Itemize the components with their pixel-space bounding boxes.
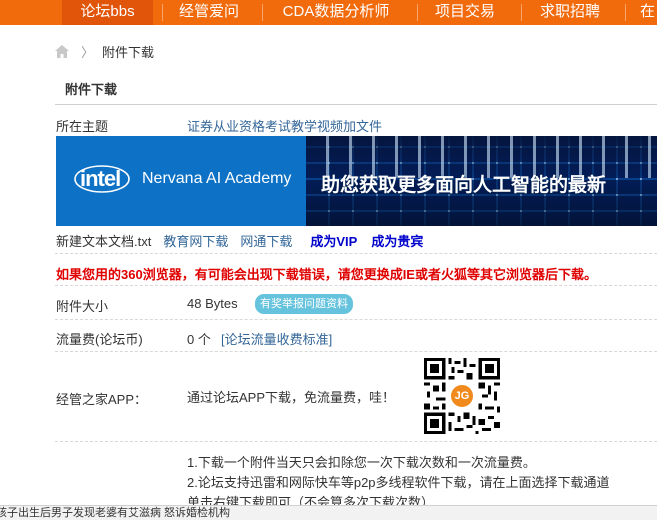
become-guest-link[interactable]: 成为贵宾 — [371, 231, 423, 250]
page-title: 附件下载 — [65, 82, 118, 97]
topic-label: 所在主题 — [56, 119, 109, 134]
divider — [55, 253, 657, 254]
nav-separator — [262, 4, 263, 21]
intel-logo-text: intel — [80, 166, 121, 191]
nav-separator — [162, 4, 163, 21]
topic-link[interactable]: 证券从业资格考试教学视频加文件 — [187, 116, 382, 135]
size-label: 附件大小 — [56, 299, 109, 314]
top-nav: 论坛bbs 经管爱问 CDA数据分析师 项目交易 求职招聘 在 — [0, 0, 657, 25]
size-value: 48 Bytes — [187, 296, 238, 311]
breadcrumb-separator: 〉 — [81, 44, 95, 60]
nav-item-more[interactable]: 在 — [640, 0, 657, 25]
nav-item-trade[interactable]: 项目交易 — [425, 0, 505, 25]
file-download-line: 新建文本文档.txt 教育网下载 网通下载 成为VIP 成为贵宾 — [56, 231, 423, 250]
nav-separator — [521, 4, 522, 21]
divider — [55, 319, 657, 320]
nav-item-ask[interactable]: 经管爱问 — [170, 0, 248, 25]
nav-item-cda[interactable]: CDA数据分析师 — [270, 0, 402, 25]
app-text: 通过论坛APP下载，免流量费，哇！ — [187, 390, 396, 405]
nav-separator — [417, 4, 418, 21]
download-edu-link[interactable]: 教育网下载 — [163, 231, 228, 250]
fee-value: 0 个 — [187, 332, 211, 347]
browser-warning: 如果您用的360浏览器，有可能会出现下载错误，请您更换成IE或者火狐等其它浏览器… — [56, 267, 597, 282]
divider — [55, 104, 657, 105]
divider — [55, 351, 657, 352]
news-ticker-link[interactable]: 孩子出生后男子发现老婆有艾滋病 怒诉婚检机构 — [0, 506, 230, 520]
breadcrumb-current: 附件下载 — [102, 44, 155, 60]
jg-logo-icon: JG — [449, 383, 475, 409]
breadcrumb: 〉 附件下载 — [55, 41, 154, 61]
status-bar: 孩子出生后男子发现老婆有艾滋病 怒诉婚检机构 — [0, 505, 657, 520]
fee-label: 流量费(论坛币) — [56, 332, 143, 347]
home-icon[interactable] — [55, 44, 69, 58]
report-badge-button[interactable]: 有奖举报问题资料 — [255, 294, 353, 314]
fee-standard-link[interactable]: [论坛流量收费标准] — [221, 329, 332, 348]
ad-banner[interactable]: intel Nervana AI Academy 助您获取更多面向人工智能的最新 — [56, 136, 657, 226]
download-netcom-link[interactable]: 网通下载 — [240, 231, 292, 250]
banner-headline: 助您获取更多面向人工智能的最新 — [321, 175, 607, 196]
app-label: 经管之家APP： — [56, 392, 148, 407]
banner-product: Nervana AI Academy — [142, 170, 292, 187]
note-line: 2.论坛支持迅雷和网际快车等p2p多线程软件下载，请在上面选择下载通道 — [187, 475, 610, 490]
divider — [55, 285, 657, 286]
nav-item-jobs[interactable]: 求职招聘 — [530, 0, 610, 25]
divider — [55, 441, 657, 442]
nav-separator — [625, 4, 626, 21]
become-vip-link[interactable]: 成为VIP — [310, 231, 357, 250]
file-name: 新建文本文档.txt — [56, 234, 152, 249]
note-line: 1.下载一个附件当天只会扣除您一次下载次数和一次流量费。 — [187, 455, 536, 470]
nav-item-forum[interactable]: 论坛bbs — [62, 0, 153, 25]
